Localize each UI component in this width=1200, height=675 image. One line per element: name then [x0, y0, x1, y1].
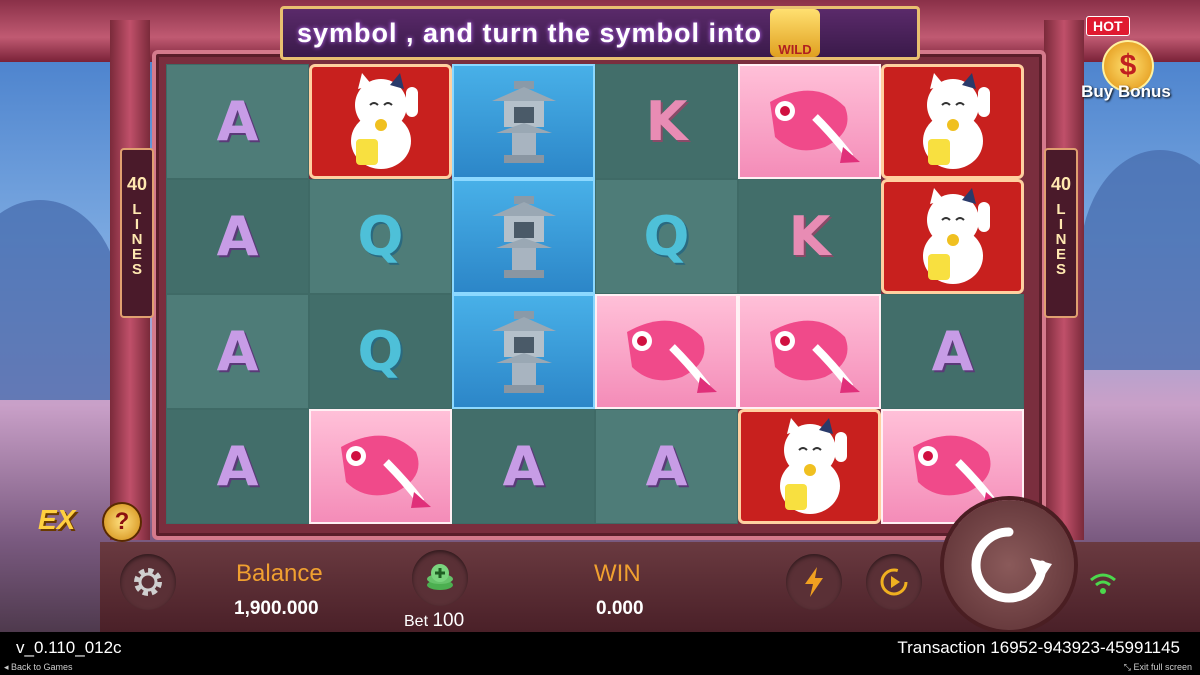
koi-flag-icon: [755, 77, 865, 167]
lines-word: LINES: [128, 201, 146, 276]
balance-label: Balance: [236, 560, 323, 587]
autoplay-button[interactable]: [866, 554, 922, 610]
wild-icon: WILD: [770, 9, 821, 57]
lines-panel-left: 40 LINES: [120, 148, 154, 318]
symbol-letter: A: [216, 205, 259, 268]
symbol-q: Q: [309, 179, 452, 294]
symbol-k: K: [595, 64, 738, 179]
symbol-lucky-cat: [881, 64, 1024, 179]
symbol-lantern: [452, 179, 595, 294]
win-value: 0.000: [596, 598, 644, 619]
extra-bet-button[interactable]: EX ?: [38, 500, 142, 544]
symbol-koi: [738, 64, 881, 179]
symbol-letter: A: [931, 320, 974, 383]
bet-value: 100: [432, 610, 465, 631]
symbol-letter: Q: [357, 205, 404, 268]
symbol-lucky-cat: [881, 179, 1024, 294]
transaction-id: Transaction 16952-943923-45991145: [897, 638, 1180, 657]
lines-count: 40: [1050, 174, 1072, 194]
symbol-letter: A: [502, 435, 545, 498]
turbo-button[interactable]: [786, 554, 842, 610]
stone-lantern-icon: [484, 307, 564, 397]
exit-fullscreen-label: Exit full screen: [1133, 662, 1192, 672]
reel-grid: AKAQQKAQAAAA: [166, 64, 1024, 524]
stone-lantern-icon: [484, 77, 564, 167]
bet-word: Bet: [404, 613, 429, 630]
symbol-lucky-cat: [309, 64, 452, 179]
background-mountain: [1080, 150, 1200, 370]
info-banner: symbol , and turn the symbol into WILD: [280, 6, 920, 60]
koi-flag-icon: [326, 422, 436, 512]
lines-panel-right: 40 LINES: [1044, 148, 1078, 318]
symbol-lucky-cat: [738, 409, 881, 524]
symbol-q: Q: [595, 179, 738, 294]
symbol-koi: [595, 294, 738, 409]
symbol-letter: A: [216, 435, 259, 498]
exit-fullscreen-link[interactable]: ⤡ Exit full screen: [1124, 662, 1192, 673]
symbol-letter: A: [216, 90, 259, 153]
symbol-q: Q: [309, 294, 452, 409]
balance-value: 1,900.000: [234, 598, 319, 619]
symbol-a: A: [881, 294, 1024, 409]
symbol-lantern: [452, 294, 595, 409]
lucky-cat-icon: [898, 69, 1008, 174]
settings-button[interactable]: [120, 554, 176, 610]
gear-icon: [134, 568, 162, 596]
lucky-cat-icon: [755, 414, 865, 519]
symbol-letter: K: [645, 90, 688, 153]
background-mountain: [0, 200, 120, 400]
lightning-icon: [805, 567, 823, 597]
lines-word: LINES: [1052, 201, 1070, 276]
back-to-games-label: Back to Games: [11, 662, 73, 672]
buy-bonus-label: Buy Bonus: [1081, 82, 1171, 101]
version-label: v_0.110_012c: [16, 638, 122, 657]
koi-flag-icon: [755, 307, 865, 397]
wifi-icon: [1090, 573, 1116, 594]
help-icon[interactable]: ?: [102, 502, 142, 542]
symbol-letter: A: [645, 435, 688, 498]
wild-label: WILD: [778, 42, 812, 57]
stone-lantern-icon: [484, 192, 564, 282]
symbol-a: A: [452, 409, 595, 524]
chips-icon: [427, 564, 453, 590]
bet-button[interactable]: [412, 550, 468, 606]
symbol-lantern: [452, 64, 595, 179]
win-label: WIN: [594, 560, 641, 587]
symbol-letter: A: [216, 320, 259, 383]
symbol-a: A: [166, 294, 309, 409]
symbol-koi: [309, 409, 452, 524]
symbol-koi: [738, 294, 881, 409]
symbol-letter: K: [788, 205, 831, 268]
symbol-letter: Q: [357, 320, 404, 383]
symbol-letter: Q: [643, 205, 690, 268]
autoplay-icon: [880, 568, 908, 596]
back-to-games-link[interactable]: ◂ Back to Games: [4, 662, 73, 673]
buy-bonus-button[interactable]: HOT $ Buy Bonus: [1074, 14, 1178, 106]
symbol-k: K: [738, 179, 881, 294]
ex-label: EX: [38, 504, 76, 535]
banner-text: symbol , and turn the symbol into: [297, 17, 763, 48]
lines-count: 40: [126, 174, 148, 194]
refresh-icon: [971, 527, 1052, 603]
symbol-a: A: [166, 179, 309, 294]
symbol-a: A: [595, 409, 738, 524]
symbol-a: A: [166, 64, 309, 179]
symbol-a: A: [166, 409, 309, 524]
hot-badge: HOT: [1086, 16, 1130, 36]
lucky-cat-icon: [326, 69, 436, 174]
koi-flag-icon: [612, 307, 722, 397]
bet-label: Bet 100: [404, 610, 464, 632]
footer-bar: v_0.110_012c ◂ Back to Games Transaction…: [0, 632, 1200, 675]
spin-button[interactable]: [944, 500, 1074, 630]
koi-flag-icon: [898, 422, 1008, 512]
lucky-cat-icon: [898, 184, 1008, 289]
